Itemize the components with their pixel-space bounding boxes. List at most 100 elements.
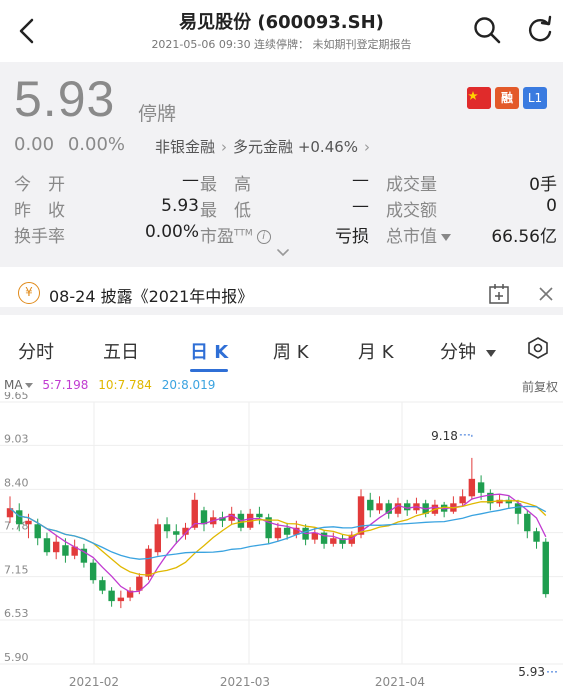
stat-value-market-cap: 66.56亿 (491, 227, 557, 247)
change-value: 0.00 (14, 134, 55, 155)
x-tick-label: 2021-03 (220, 675, 270, 689)
expand-chevron-icon[interactable] (276, 248, 290, 258)
pe-ttm-sup: TTM (234, 228, 253, 239)
l1-badge[interactable]: L1 (523, 87, 547, 109)
chart-settings-icon[interactable] (527, 337, 549, 359)
candle-body (524, 513, 531, 532)
stat-value-turnover-rate: 0.00% (144, 222, 199, 242)
stat-value-turnover-amount: 0 (546, 196, 557, 216)
stat-label-market-cap[interactable]: 总市值 (386, 222, 451, 247)
candle-body (154, 524, 161, 553)
dropdown-triangle-icon (486, 349, 496, 357)
candle-body (404, 503, 411, 511)
price-change: 0.00 0.00% (14, 134, 133, 155)
min-price-label: 5.93 (518, 665, 545, 679)
ma-indicator-row: MA 5:7.198 10:7.784 20:8.019 (4, 378, 215, 392)
y-tick-label: 9.65 (4, 392, 29, 402)
chevron-right-icon: › (364, 138, 371, 156)
tab-weekly-k[interactable]: 周 K (273, 338, 309, 364)
stat-value-volume: 0手 (529, 175, 557, 195)
current-price: 5.93 (14, 71, 116, 127)
candle-body (89, 562, 97, 581)
candle-body (200, 510, 208, 525)
sector-level2[interactable]: 多元金融 (233, 138, 293, 156)
stat-value-high: — (352, 170, 369, 190)
candle-body (477, 482, 485, 493)
chart-period-tabs: 分时 五日 日 K 周 K 月 K 分钟 (0, 323, 563, 373)
dropdown-triangle-icon (24, 383, 33, 388)
close-icon[interactable] (536, 284, 556, 304)
x-tick-label: 2021-04 (375, 675, 425, 689)
stat-label-pe[interactable]: 市盈TTM i (200, 222, 271, 247)
y-tick-label: 6.53 (4, 607, 29, 620)
x-tick-label: 2021-02 (69, 675, 119, 689)
ma-selector[interactable]: MA (4, 378, 39, 392)
sector-level1[interactable]: 非银金融 (155, 138, 215, 156)
candle-body (34, 524, 41, 539)
sector-breadcrumb[interactable]: 非银金融 › 多元金融 +0.46% › (155, 136, 376, 157)
y-tick-label: 5.90 (4, 651, 29, 664)
candle-body (163, 524, 171, 532)
candle-body (43, 538, 51, 553)
stat-value-prev-close: 5.93 (161, 196, 199, 216)
max-price-label: 9.18 (431, 429, 458, 443)
active-tab-indicator (190, 369, 228, 372)
pe-label: 市盈 (200, 227, 234, 247)
candle-body (145, 548, 152, 577)
tab-daily-k[interactable]: 日 K (190, 338, 228, 364)
stat-value-pe: 亏损 (335, 227, 369, 247)
tab-monthly-k[interactable]: 月 K (358, 338, 394, 364)
sector-change: +0.46% (297, 138, 359, 156)
header: 易见股份 (600093.SH) 2021-05-06 09:30 连续停牌： … (0, 0, 563, 62)
candle-body (62, 545, 69, 556)
ma10-value: 10:7.784 (98, 378, 152, 392)
stat-label-turnover-rate: 换手率 (14, 227, 65, 247)
yuan-icon: ¥ (18, 282, 40, 304)
stat-label-high: 最 高 (200, 175, 251, 195)
y-tick-label: 9.03 (4, 432, 29, 445)
tab-minute[interactable]: 分钟 (440, 338, 496, 364)
candle-body (533, 531, 540, 542)
candle-body (108, 590, 115, 602)
chevron-right-icon: › (221, 138, 228, 156)
candle-body (256, 513, 263, 518)
candle-body (283, 527, 291, 535)
candle-body (468, 478, 476, 497)
tab-minute-label: 分钟 (440, 342, 476, 363)
y-tick-label: 8.40 (4, 476, 29, 489)
tab-five-day[interactable]: 五日 (103, 338, 139, 364)
candlestick-chart[interactable]: 9.659.038.407.787.156.535.902021-02 2021-… (0, 392, 563, 695)
search-icon[interactable] (472, 15, 502, 45)
candle-body (99, 580, 106, 591)
china-flag-icon (467, 87, 491, 109)
stat-label-prev-close: 昨 收 (14, 201, 65, 221)
stat-label-open: 今 开 (14, 175, 65, 195)
candle-body (367, 499, 374, 511)
candle-body (52, 541, 60, 553)
market-cap-label: 总市值 (386, 227, 437, 247)
candle-body (459, 496, 466, 504)
candle-body (274, 527, 282, 539)
stat-label-volume: 成交量 (386, 175, 437, 195)
margin-badge[interactable]: 融 (495, 87, 519, 109)
stat-value-low: — (352, 196, 369, 216)
trading-status: 停牌 (138, 103, 177, 125)
candle-body (330, 538, 337, 544)
candle-body (25, 520, 32, 525)
ma-label: MA (4, 378, 23, 392)
candle-body (16, 510, 23, 525)
info-icon[interactable]: i (256, 230, 271, 244)
candle-body (542, 541, 549, 595)
dropdown-triangle-icon[interactable] (441, 233, 451, 241)
candle-body (173, 531, 180, 535)
tab-intraday[interactable]: 分时 (18, 338, 54, 364)
change-percent: 0.00% (67, 134, 125, 155)
notice-text[interactable]: 08-24 披露《2021年中报》 (49, 283, 253, 307)
add-calendar-icon[interactable] (488, 283, 510, 305)
refresh-icon[interactable] (526, 15, 554, 45)
stats-row: 今 开 — 最 高 — 成交量 0手 (14, 170, 559, 196)
ma5-value: 5:7.198 (42, 378, 89, 392)
candle-body (117, 597, 125, 602)
stat-value-open: — (182, 170, 199, 190)
earnings-notice[interactable]: ¥ 08-24 披露《2021年中报》 (0, 273, 563, 315)
